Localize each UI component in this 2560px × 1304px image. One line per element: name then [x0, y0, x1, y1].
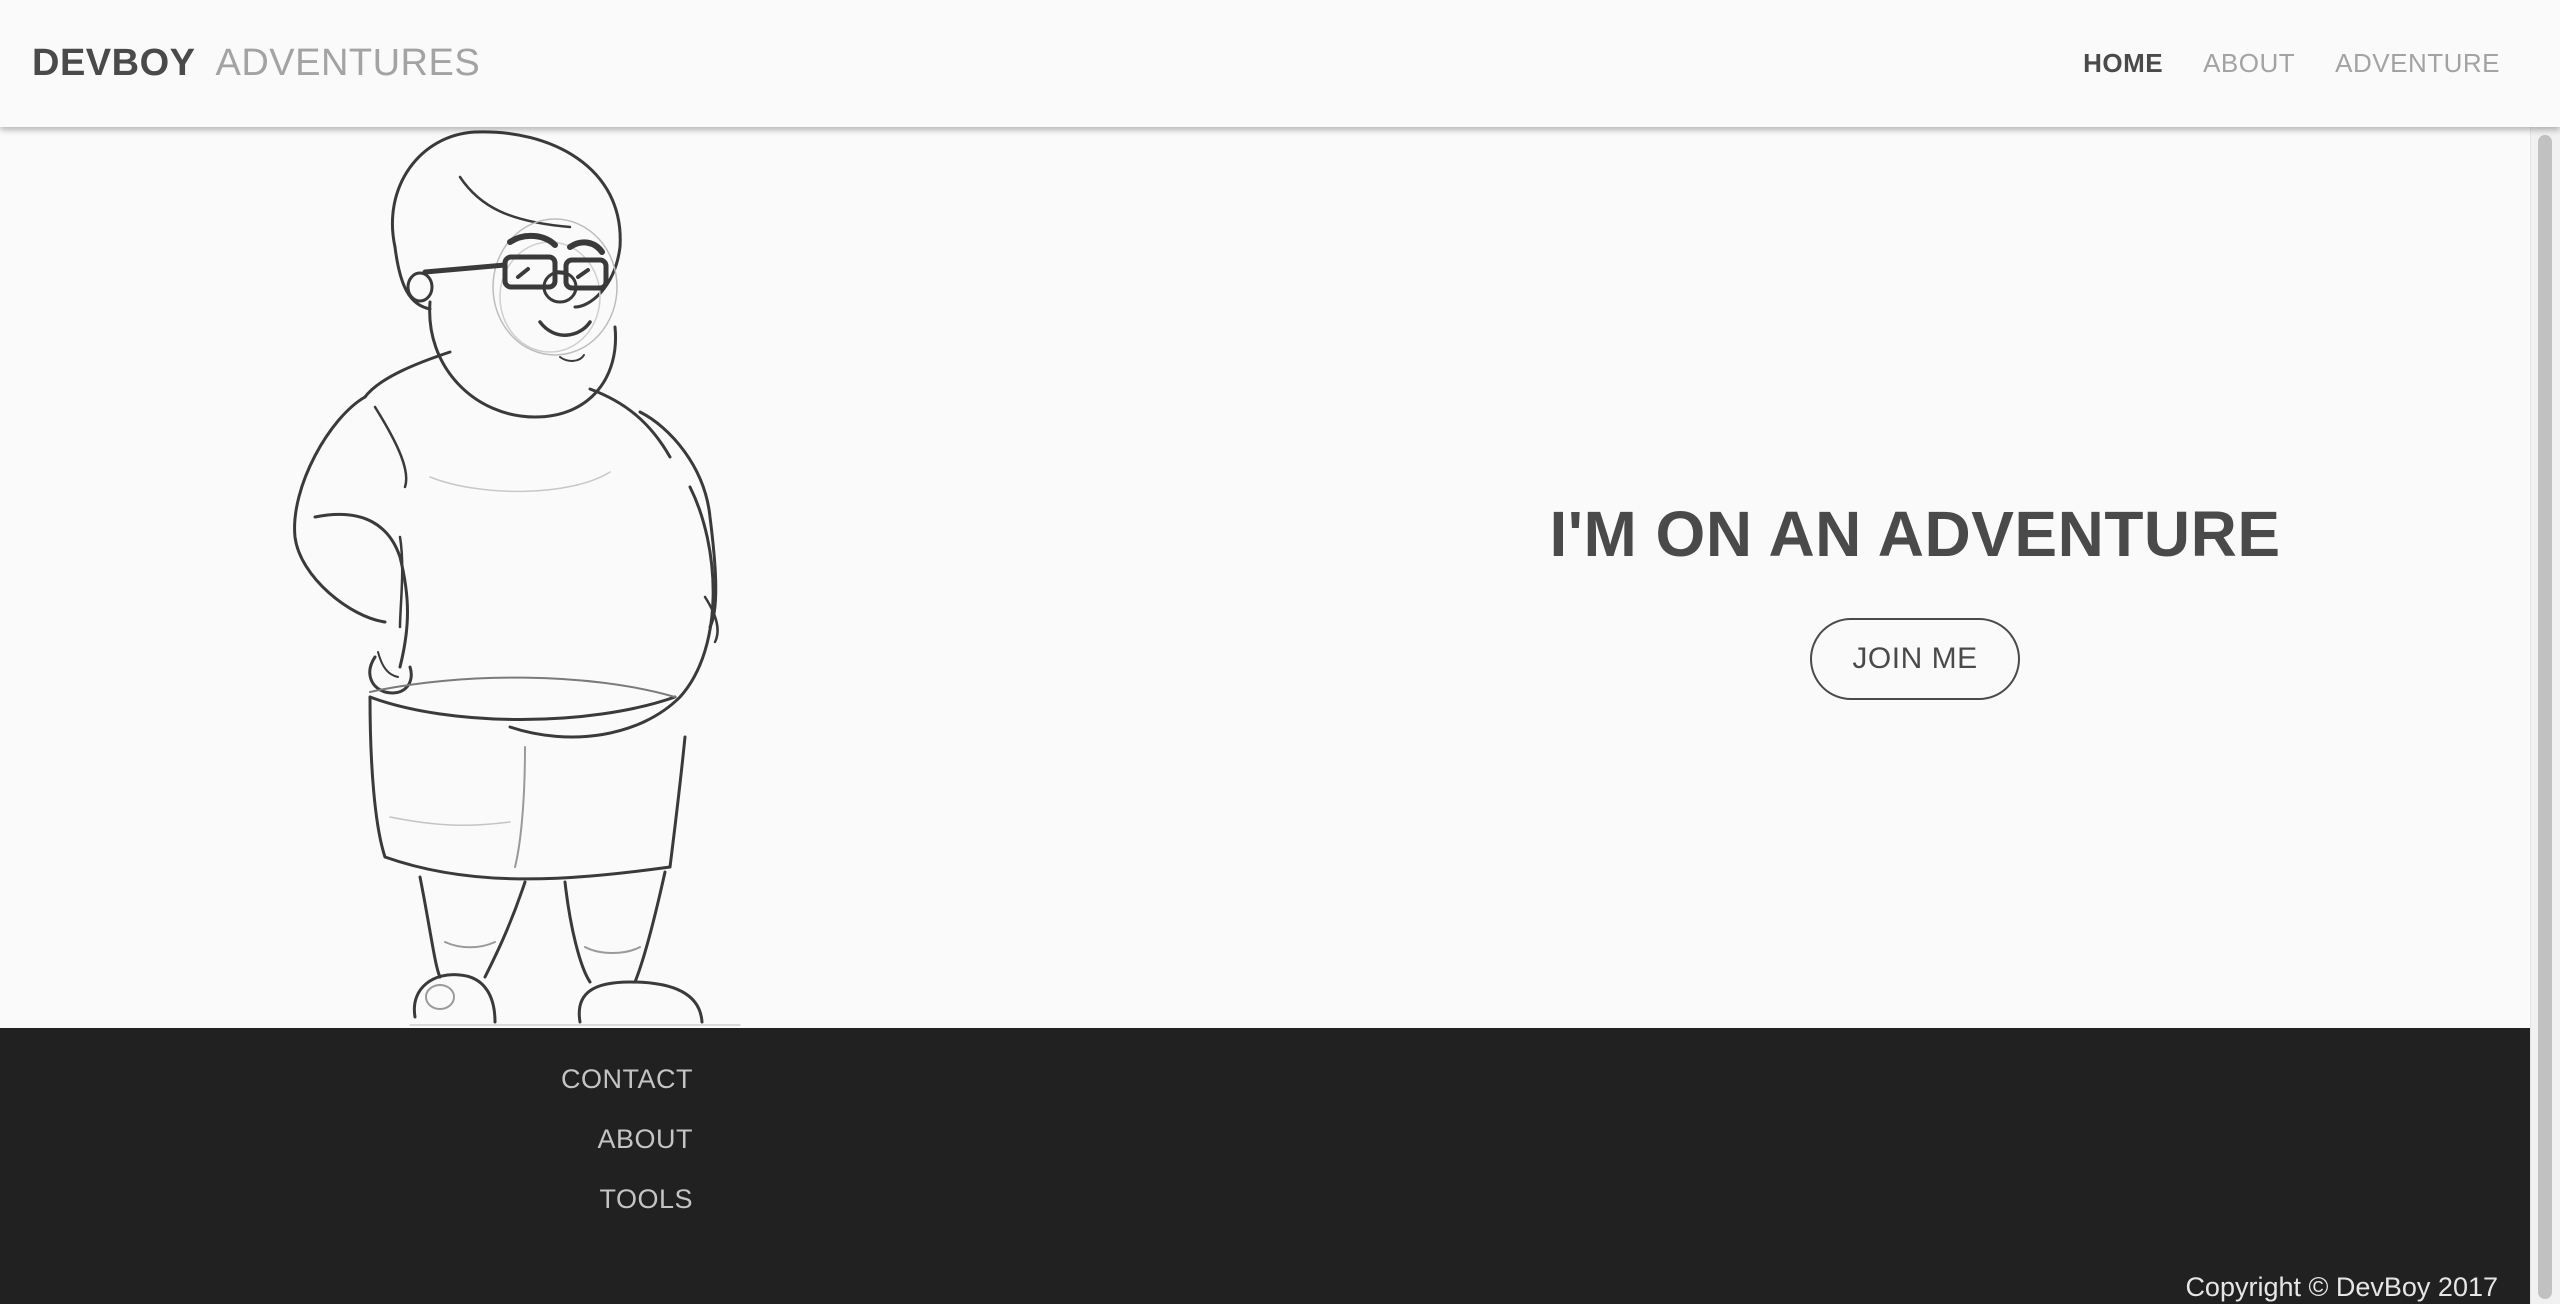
brand-name-bold: DEVBOY: [32, 42, 196, 84]
page-scrollbar[interactable]: [2530, 127, 2560, 1304]
nav-home-link[interactable]: HOME: [2083, 48, 2163, 79]
page-footer: CONTACT ABOUT TOOLS Copyright © DevBoy 2…: [0, 1028, 2530, 1304]
footer-links: CONTACT ABOUT TOOLS: [561, 1064, 693, 1214]
nav-adventure-link[interactable]: ADVENTURE: [2335, 48, 2500, 79]
footer-contact-link[interactable]: CONTACT: [561, 1064, 693, 1094]
footer-about-link[interactable]: ABOUT: [597, 1124, 693, 1154]
nav-about-link[interactable]: ABOUT: [2203, 48, 2295, 79]
scrollbar-thumb[interactable]: [2538, 135, 2552, 1299]
join-me-button[interactable]: JOIN ME: [1810, 618, 2020, 700]
top-navbar: DEVBOY ADVENTURES HOME ABOUT ADVENTURE: [0, 0, 2560, 127]
character-sketch-illustration: [293, 130, 741, 1026]
main-nav: HOME ABOUT ADVENTURE: [2083, 0, 2500, 127]
copyright-text: Copyright © DevBoy 2017: [2185, 1272, 2498, 1302]
hero-tagline: I'M ON AN ADVENTURE: [1549, 498, 2281, 570]
brand-logo[interactable]: DEVBOY ADVENTURES: [32, 0, 480, 127]
hero-section: I'M ON AN ADVENTURE JOIN ME: [0, 127, 2530, 1028]
brand-name-light: ADVENTURES: [215, 42, 481, 84]
footer-tools-link[interactable]: TOOLS: [599, 1184, 693, 1214]
